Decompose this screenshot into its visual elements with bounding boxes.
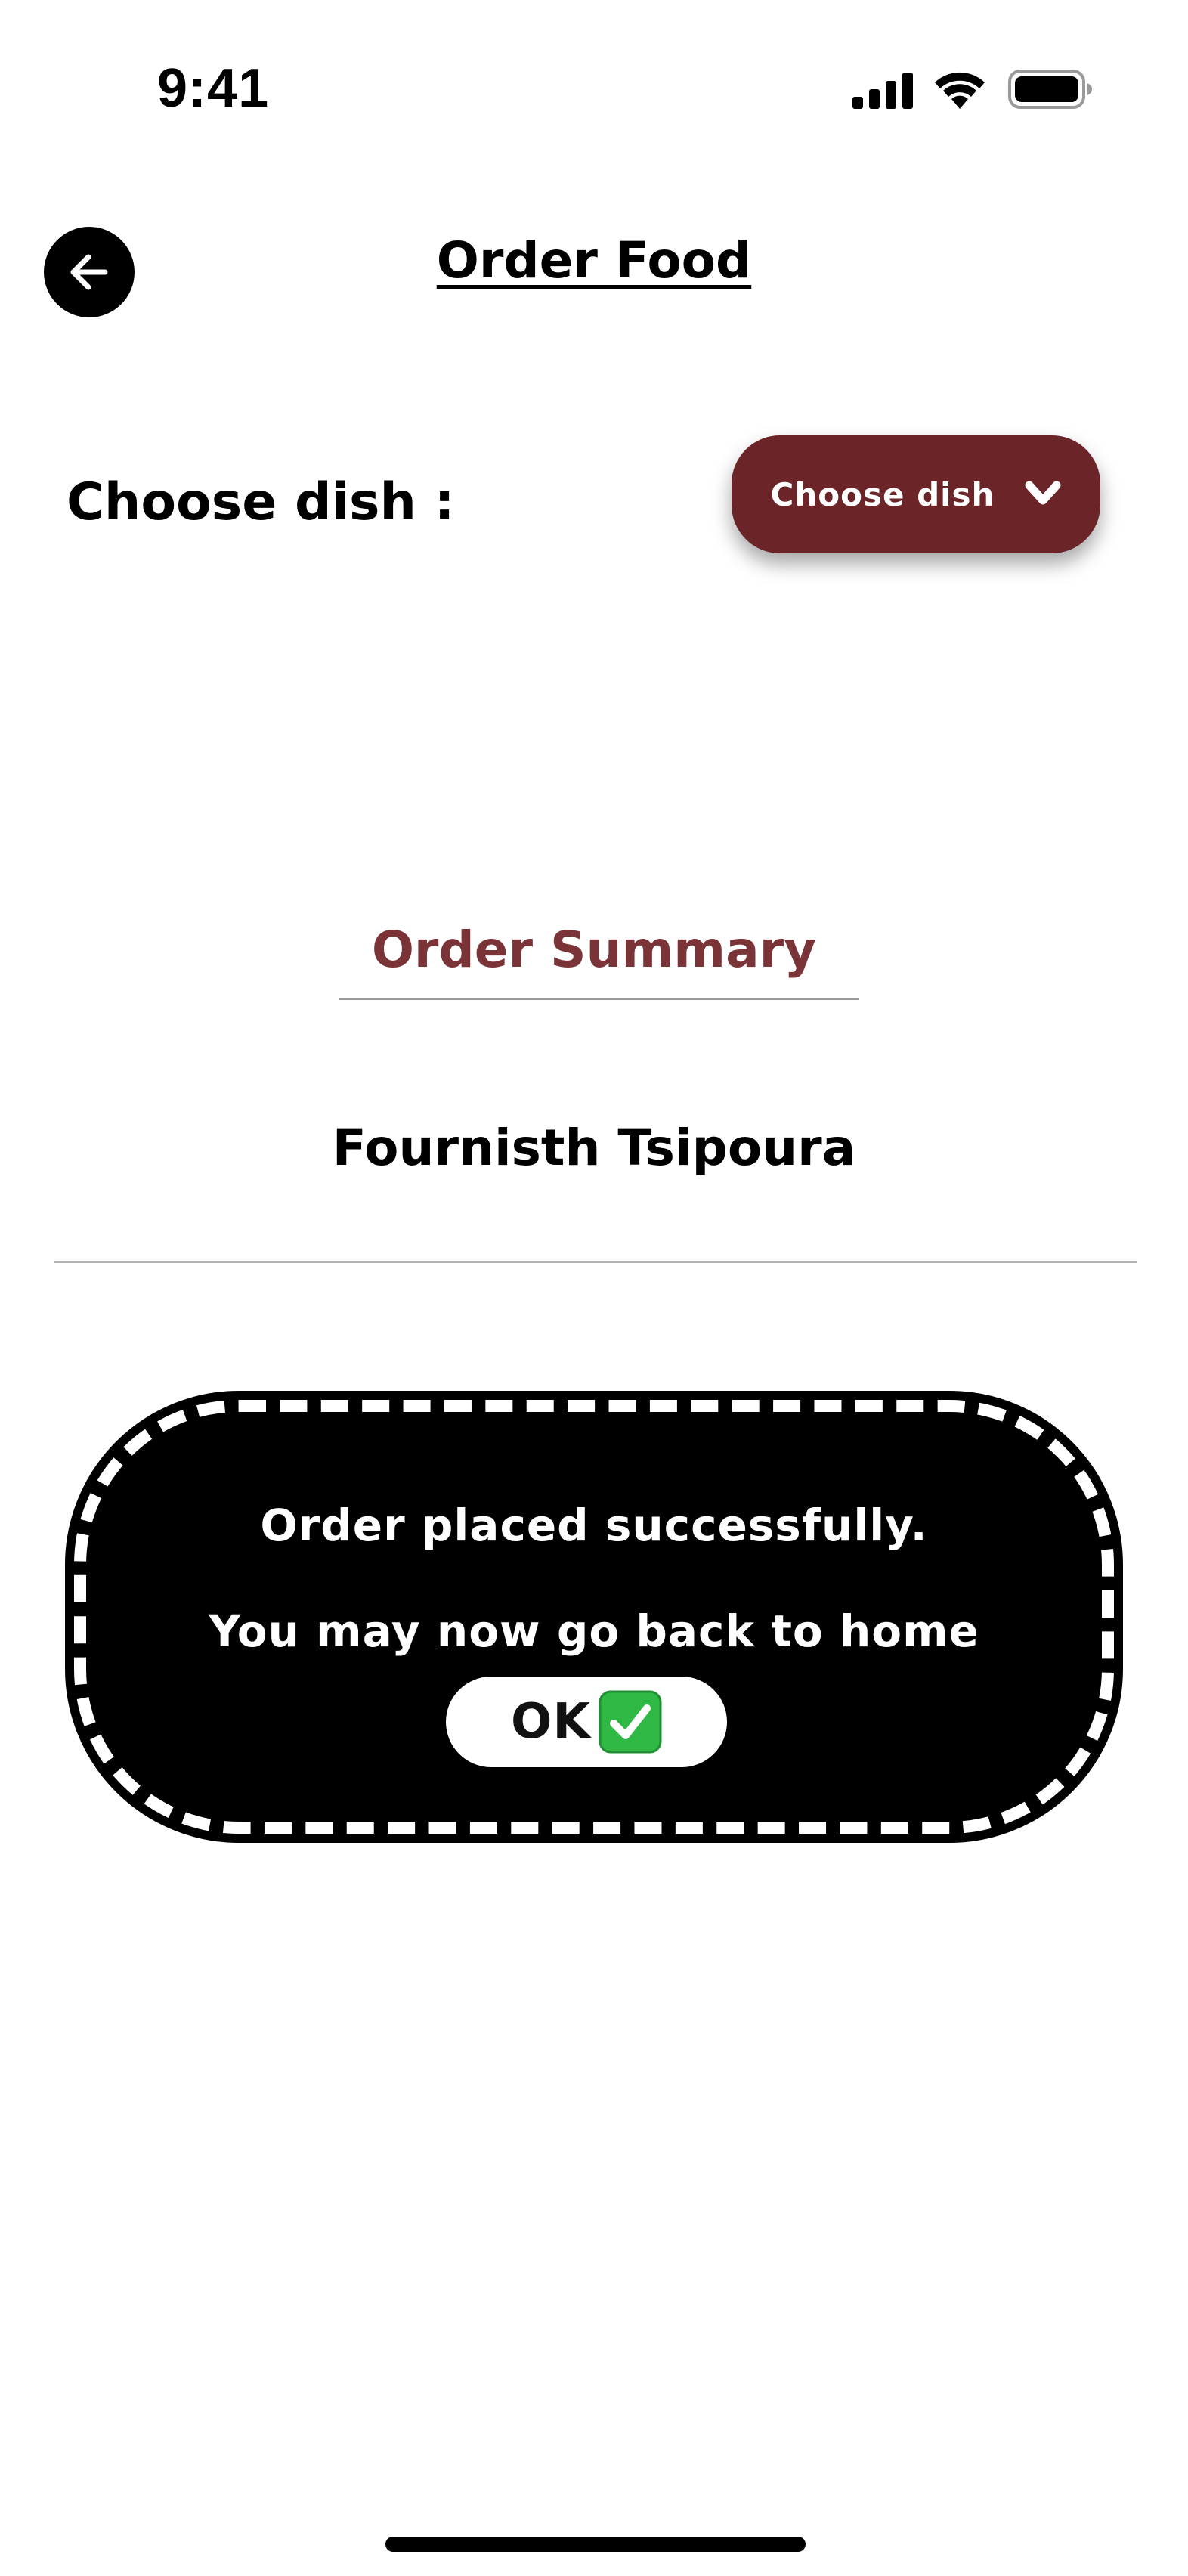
wifi-icon: [935, 72, 985, 109]
ok-button[interactable]: OK: [446, 1677, 727, 1767]
battery-icon: [1008, 70, 1092, 109]
ok-button-label: OK: [511, 1694, 591, 1750]
order-summary-heading: Order Summary: [371, 921, 817, 979]
home-indicator[interactable]: [385, 2537, 806, 2552]
page-title-text: Order Food: [436, 231, 752, 289]
status-time: 9:41: [157, 58, 270, 119]
signal-icon: [852, 73, 913, 109]
dialog-message-line2: You may now go back to home: [209, 1605, 979, 1657]
content-divider: [54, 1261, 1137, 1263]
selected-dish-name: Fournisth Tsipoura: [332, 1119, 856, 1177]
page-title: Order Food: [0, 227, 1188, 295]
choose-dish-dropdown-label: Choose dish: [770, 475, 995, 513]
chevron-down-icon: [1025, 481, 1061, 505]
dialog-message-line1: Order placed successfully.: [260, 1500, 928, 1551]
choose-dish-label: Choose dish :: [67, 472, 455, 532]
order-success-dialog: Order placed successfully. You may now g…: [65, 1391, 1123, 1843]
check-mark-icon: [599, 1690, 662, 1754]
summary-heading-divider: [339, 998, 859, 1000]
choose-dish-dropdown[interactable]: Choose dish: [732, 435, 1100, 553]
